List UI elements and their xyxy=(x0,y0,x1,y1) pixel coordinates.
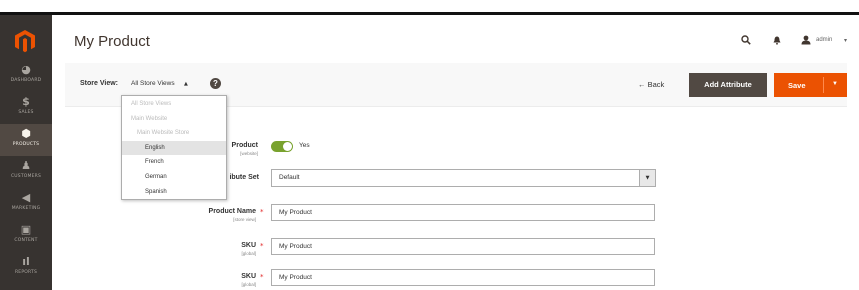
caret-down-icon[interactable]: ▼ xyxy=(832,81,838,87)
sidebar-item-label: CONTENT xyxy=(14,238,38,243)
store-view-switcher[interactable]: All Store Views xyxy=(131,80,175,87)
megaphone-icon: ◀ xyxy=(21,191,31,204)
sidebar-item-marketing[interactable]: ◀ MARKETING xyxy=(0,188,52,220)
dropdown-group-website: Main Website xyxy=(131,116,168,122)
sidebar-item-customers[interactable]: ♟ CUSTOMERS xyxy=(0,156,52,188)
sidebar-item-reports[interactable]: ıl REPORTS xyxy=(0,252,52,284)
sku-value-2: My Product xyxy=(279,274,312,281)
sidebar-item-products[interactable]: ⬢ PRODUCTS xyxy=(0,124,52,156)
sku-value: My Product xyxy=(279,243,312,250)
save-button-divider xyxy=(823,77,824,93)
sidebar-item-dashboard[interactable]: ◕ DASHBOARD xyxy=(0,60,52,92)
store-view-label: Store View: xyxy=(80,80,118,87)
save-button[interactable]: Save ▼ xyxy=(774,73,847,97)
sku-label: SKU xyxy=(241,242,256,249)
product-name-input[interactable]: My Product xyxy=(271,204,655,221)
select-arrow-icon[interactable]: ▼ xyxy=(639,170,655,186)
sidebar-item-label: CUSTOMERS xyxy=(10,174,42,179)
scope-label: [global] xyxy=(241,251,256,256)
user-icon[interactable] xyxy=(800,35,812,47)
store-view-dropdown: All Store Views Main Website Main Websit… xyxy=(121,95,227,200)
caret-up-icon[interactable]: ▲ xyxy=(184,81,188,87)
scope-label: [store view] xyxy=(233,217,256,222)
required-asterisk: * xyxy=(260,208,264,216)
attribute-set-value: Default xyxy=(279,174,300,181)
dropdown-option-spanish[interactable]: Spanish xyxy=(122,185,226,199)
bell-icon[interactable] xyxy=(773,36,781,47)
sku-input-2[interactable]: My Product xyxy=(271,269,655,286)
sidebar-item-label: PRODUCTS xyxy=(12,142,40,147)
product-name-value: My Product xyxy=(279,209,312,216)
save-button-label[interactable]: Save xyxy=(788,81,806,90)
dropdown-option-german[interactable]: German xyxy=(122,170,226,184)
sidebar-item-label: SALES xyxy=(18,110,34,115)
person-icon: ♟ xyxy=(21,159,31,172)
dropdown-group-all-store-views: All Store Views xyxy=(131,101,172,107)
search-icon[interactable] xyxy=(741,35,751,47)
back-button[interactable]: ← Back xyxy=(638,80,664,89)
user-menu-name[interactable]: admin xyxy=(816,37,832,43)
dropdown-option-english[interactable]: English xyxy=(122,141,226,155)
sidebar-item-content[interactable]: ▣ CONTENT xyxy=(0,220,52,252)
help-icon[interactable]: ? xyxy=(210,78,221,89)
dropdown-group-store: Main Website Store xyxy=(137,130,190,136)
sidebar-item-label: MARKETING xyxy=(11,206,41,211)
sidebar-item-label: REPORTS xyxy=(14,270,38,275)
cube-icon: ⬢ xyxy=(21,127,31,140)
toggle-knob xyxy=(283,142,292,151)
dashboard-icon: ◕ xyxy=(21,63,31,76)
top-margin xyxy=(0,0,859,12)
required-asterisk: * xyxy=(260,273,264,281)
admin-sidebar: ◕ DASHBOARD $ SALES ⬢ PRODUCTS ♟ CUSTOME… xyxy=(0,15,52,290)
dollar-icon: $ xyxy=(22,95,30,108)
attribute-set-select[interactable]: Default ▼ xyxy=(271,169,656,187)
page-title: My Product xyxy=(74,33,150,50)
magento-logo-icon[interactable] xyxy=(14,29,36,53)
enable-product-toggle[interactable] xyxy=(271,141,293,152)
required-asterisk: * xyxy=(260,242,264,250)
add-attribute-button[interactable]: Add Attribute xyxy=(689,73,767,97)
sku-input[interactable]: My Product xyxy=(271,238,655,255)
layout-icon: ▣ xyxy=(20,223,32,236)
chevron-down-icon[interactable]: ▾ xyxy=(844,37,847,44)
sidebar-item-sales[interactable]: $ SALES xyxy=(0,92,52,124)
bar-chart-icon: ıl xyxy=(22,255,30,268)
dropdown-option-french[interactable]: French xyxy=(122,155,226,169)
product-name-label: Product Name xyxy=(208,208,256,215)
top-border xyxy=(0,12,859,15)
toggle-state-label: Yes xyxy=(299,142,310,149)
sidebar-item-label: DASHBOARD xyxy=(10,78,42,83)
scope-label: [global] xyxy=(241,282,256,287)
sku-label-2: SKU xyxy=(241,273,256,280)
